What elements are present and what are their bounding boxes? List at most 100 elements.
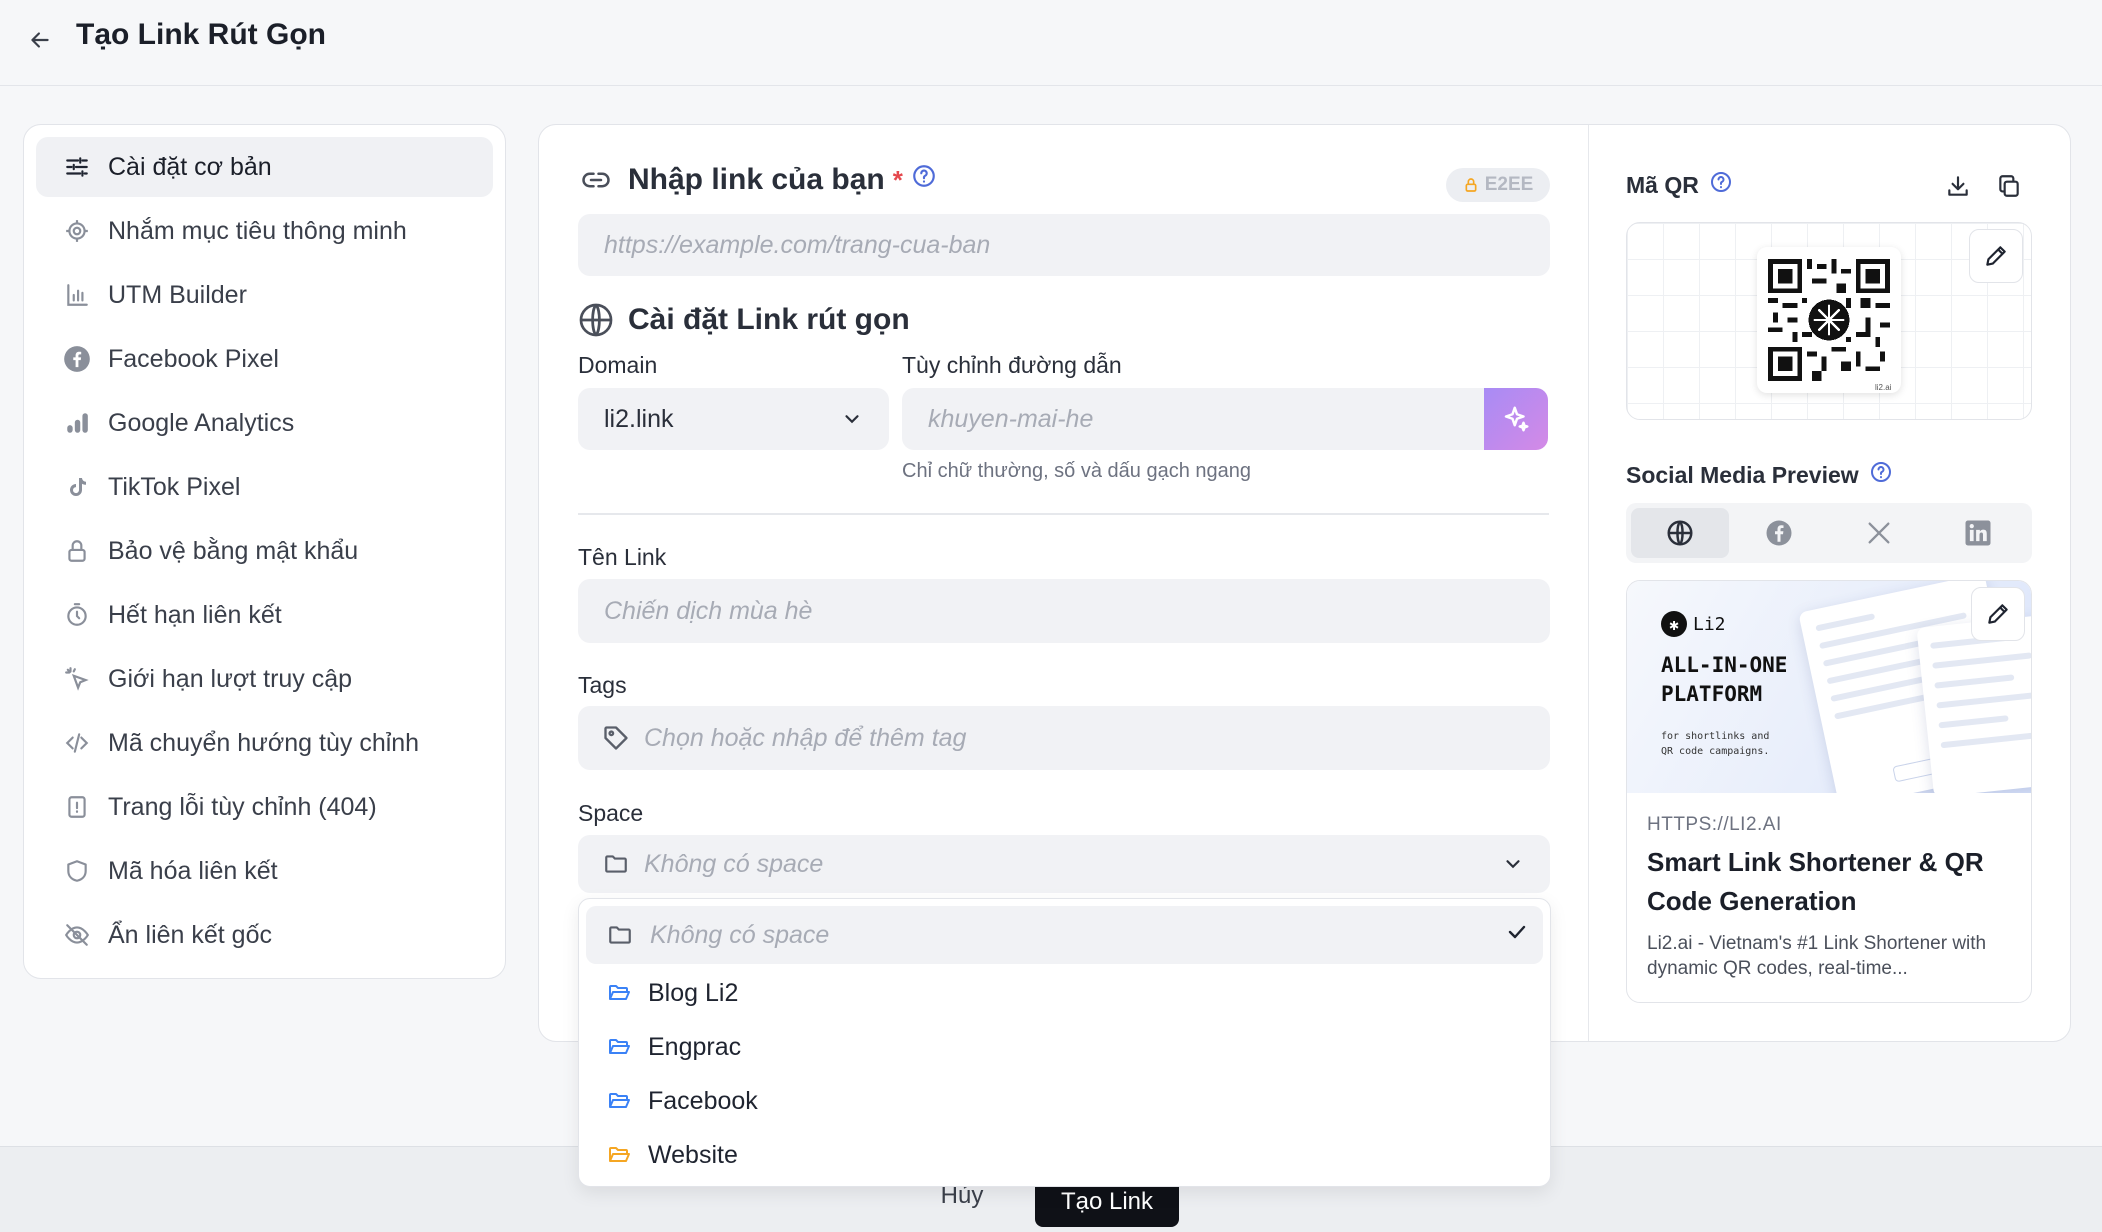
sidebar-item-basic-settings[interactable]: Cài đặt cơ bản (36, 137, 493, 197)
panel-divider (1588, 125, 1589, 1041)
preview-headline-line: PLATFORM (1661, 682, 1763, 706)
space-option-engprac[interactable]: Engprac (586, 1020, 1543, 1074)
preview-image: ✱ Li2 ALL-IN-ONE PLATFORM for shortlinks… (1627, 581, 2031, 793)
short-settings-title: Cài đặt Link rút gọn (578, 302, 910, 338)
space-option-facebook[interactable]: Facebook (586, 1074, 1543, 1128)
copy-qr-button[interactable] (1993, 170, 2025, 202)
tab-facebook[interactable] (1731, 508, 1829, 558)
sidebar-item-label: Hết hạn liên kết (108, 600, 282, 629)
folder-open-icon (606, 1035, 632, 1059)
domain-select[interactable]: li2.link (578, 388, 889, 450)
slug-hint: Chỉ chữ thường, số và dấu gạch ngang (902, 460, 1252, 482)
space-dropdown: Không có space Blog Li2 Engprac Facebook… (578, 898, 1551, 1187)
preview-headline: ALL-IN-ONE PLATFORM (1661, 651, 1787, 709)
preview-url: HTTPS://LI2.AI (1647, 814, 1782, 835)
sidebar-item-custom-404[interactable]: Trang lỗi tùy chỉnh (404) (36, 777, 493, 837)
copy-icon (1996, 173, 2022, 199)
sidebar-item-utm-builder[interactable]: UTM Builder (36, 265, 493, 325)
eye-off-icon (62, 920, 92, 950)
sidebar-item-password-protection[interactable]: Bảo vệ bằng mật khẩu (36, 521, 493, 581)
preview-subtext-line: QR code campaigns. (1661, 746, 1770, 757)
social-platform-tabs (1626, 503, 2032, 563)
tiktok-icon (62, 472, 92, 502)
space-select[interactable]: Không có space (578, 835, 1550, 893)
chevron-down-icon (841, 408, 863, 430)
slug-label: Tùy chỉnh đường dẫn (902, 352, 1122, 378)
qr-title-text: Mã QR (1626, 171, 1699, 198)
edit-preview-button[interactable] (1971, 587, 2025, 641)
check-icon (1505, 920, 1529, 951)
space-option-label: Website (648, 1140, 738, 1169)
destination-url-input[interactable]: https://example.com/trang-cua-ban (578, 214, 1550, 276)
preview-headline-line: ALL-IN-ONE (1661, 653, 1788, 677)
folder-icon (602, 851, 630, 877)
settings-sidebar: Cài đặt cơ bản Nhắm mục tiêu thông minh … (23, 124, 506, 979)
space-option-label: Blog Li2 (648, 978, 739, 1007)
space-option-label: Không có space (650, 920, 830, 949)
sidebar-item-smart-targeting[interactable]: Nhắm mục tiêu thông minh (36, 201, 493, 261)
sidebar-item-label: Mã chuyển hướng tùy chỉnh (108, 728, 420, 757)
sidebar-item-google-analytics[interactable]: Google Analytics (36, 393, 493, 453)
folder-open-icon (606, 1089, 632, 1113)
sidebar-item-label: Bảo vệ bằng mật khẩu (108, 536, 359, 565)
tab-x[interactable] (1830, 508, 1928, 558)
sidebar-item-link-encryption[interactable]: Mã hóa liên kết (36, 841, 493, 901)
help-icon[interactable] (1709, 170, 1733, 200)
sidebar-item-tiktok-pixel[interactable]: TikTok Pixel (36, 457, 493, 517)
edit-qr-button[interactable] (1969, 229, 2023, 283)
space-option-label: Engprac (648, 1032, 742, 1061)
sidebar-item-access-limit[interactable]: Giới hạn lượt truy cập (36, 649, 493, 709)
linkedin-icon (1963, 518, 1993, 548)
sidebar-item-label: Mã hóa liên kết (108, 856, 278, 885)
chevron-down-icon (1502, 853, 1524, 875)
sidebar-item-custom-redirect-code[interactable]: Mã chuyển hướng tùy chỉnh (36, 713, 493, 773)
sidebar-item-label: Giới hạn lượt truy cập (108, 664, 353, 693)
link-icon (578, 165, 614, 195)
pencil-icon (1983, 243, 2009, 269)
link-name-label: Tên Link (578, 544, 667, 570)
link-name-input[interactable]: Chiến dịch mùa hè (578, 579, 1550, 643)
help-icon[interactable] (1869, 460, 1893, 490)
analytics-icon (62, 408, 92, 438)
preview-title: Smart Link Shortener & QR Code Generatio… (1647, 847, 1984, 916)
sidebar-item-hide-origin[interactable]: Ẩn liên kết gốc (36, 905, 493, 965)
preview-description: Li2.ai - Vietnam's #1 Link Shortener wit… (1647, 933, 1987, 979)
arrow-left-icon (27, 27, 53, 53)
sidebar-item-link-expiration[interactable]: Hết hạn liên kết (36, 585, 493, 645)
sliders-icon (62, 152, 92, 182)
sidebar-item-label: Ẩn liên kết gốc (108, 920, 272, 949)
sidebar-item-label: Facebook Pixel (108, 344, 279, 373)
globe-icon (1665, 518, 1695, 548)
preview-subtext: for shortlinks and QR code campaigns. (1661, 729, 1769, 759)
required-mark: * (892, 164, 903, 195)
lock-icon (62, 536, 92, 566)
lock-icon (1463, 177, 1479, 193)
space-selected-text: Không có space (644, 849, 824, 878)
facebook-icon (62, 344, 92, 374)
space-option-none[interactable]: Không có space (586, 906, 1543, 964)
qr-code-image (1757, 247, 1901, 393)
short-settings-title-text: Cài đặt Link rút gọn (628, 303, 910, 336)
space-select-value: Không có space (602, 850, 823, 879)
preview-logo: ✱ Li2 (1661, 611, 1726, 637)
page-title: Tạo Link Rút Gọn (76, 18, 326, 51)
globe-icon (578, 302, 614, 338)
code-icon (62, 728, 92, 758)
tab-linkedin[interactable] (1930, 508, 2028, 558)
target-icon (62, 216, 92, 246)
help-icon[interactable] (911, 163, 937, 197)
tags-input[interactable]: Chọn hoặc nhập để thêm tag (578, 706, 1550, 770)
tab-web[interactable] (1631, 508, 1729, 558)
space-option-website[interactable]: Website (586, 1128, 1543, 1182)
facebook-icon (1764, 518, 1794, 548)
custom-slug-input[interactable]: khuyen-mai-he (902, 388, 1486, 450)
divider (578, 513, 1549, 515)
generate-slug-button[interactable] (1484, 388, 1548, 450)
sidebar-item-facebook-pixel[interactable]: Facebook Pixel (36, 329, 493, 389)
folder-open-icon (606, 1143, 632, 1167)
download-icon (1945, 173, 1971, 199)
qr-caption: li2.ai (1875, 383, 1892, 392)
download-qr-button[interactable] (1942, 170, 1974, 202)
back-button[interactable] (22, 22, 58, 58)
space-option-blog-li2[interactable]: Blog Li2 (586, 966, 1543, 1020)
